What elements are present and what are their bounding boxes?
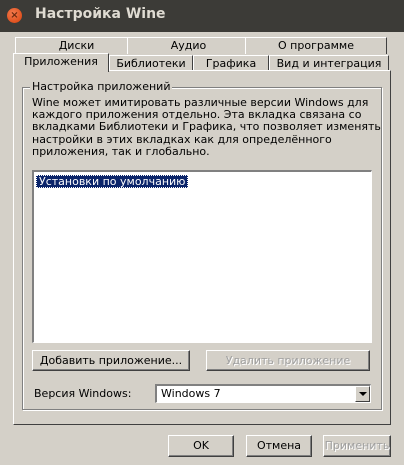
tab-drives[interactable]: Диски [15,37,138,54]
description-line: настройки в этих вкладках как для опреде… [32,132,332,146]
close-icon: × [10,10,19,21]
dropdown-button[interactable] [355,386,370,402]
windows-version-value: Windows 7 [161,387,221,400]
list-item-default-settings[interactable]: Установки по умолчанию [36,175,189,188]
remove-application-button[interactable]: Удалить приложение [206,350,370,371]
application-list[interactable]: Установки по умолчанию [32,170,372,343]
tab-about[interactable]: О программе [245,37,387,54]
window-title: Настройка Wine [35,6,166,22]
description-line: приложения, так и глобально. [32,144,210,158]
tab-applications[interactable]: Приложения [13,53,109,72]
add-application-button[interactable]: Добавить приложение... [32,350,190,371]
cancel-button[interactable]: Отмена [246,435,312,457]
group-description: Wine может имитировать различные версии … [32,96,381,158]
apply-button[interactable]: Применить [323,435,391,457]
windows-version-select[interactable]: Windows 7 [155,384,371,403]
close-button[interactable]: × [7,8,22,23]
tab-audio[interactable]: Аудио [127,37,250,54]
chevron-down-icon [359,392,367,396]
group-title: Настройка приложений [30,80,173,93]
ok-button[interactable]: OK [168,435,234,457]
windows-version-label: Версия Windows: [34,387,132,400]
title-bar: × Настройка Wine [0,0,404,32]
description-line: вкладками Библиотеки и Графика, что позв… [32,120,381,134]
